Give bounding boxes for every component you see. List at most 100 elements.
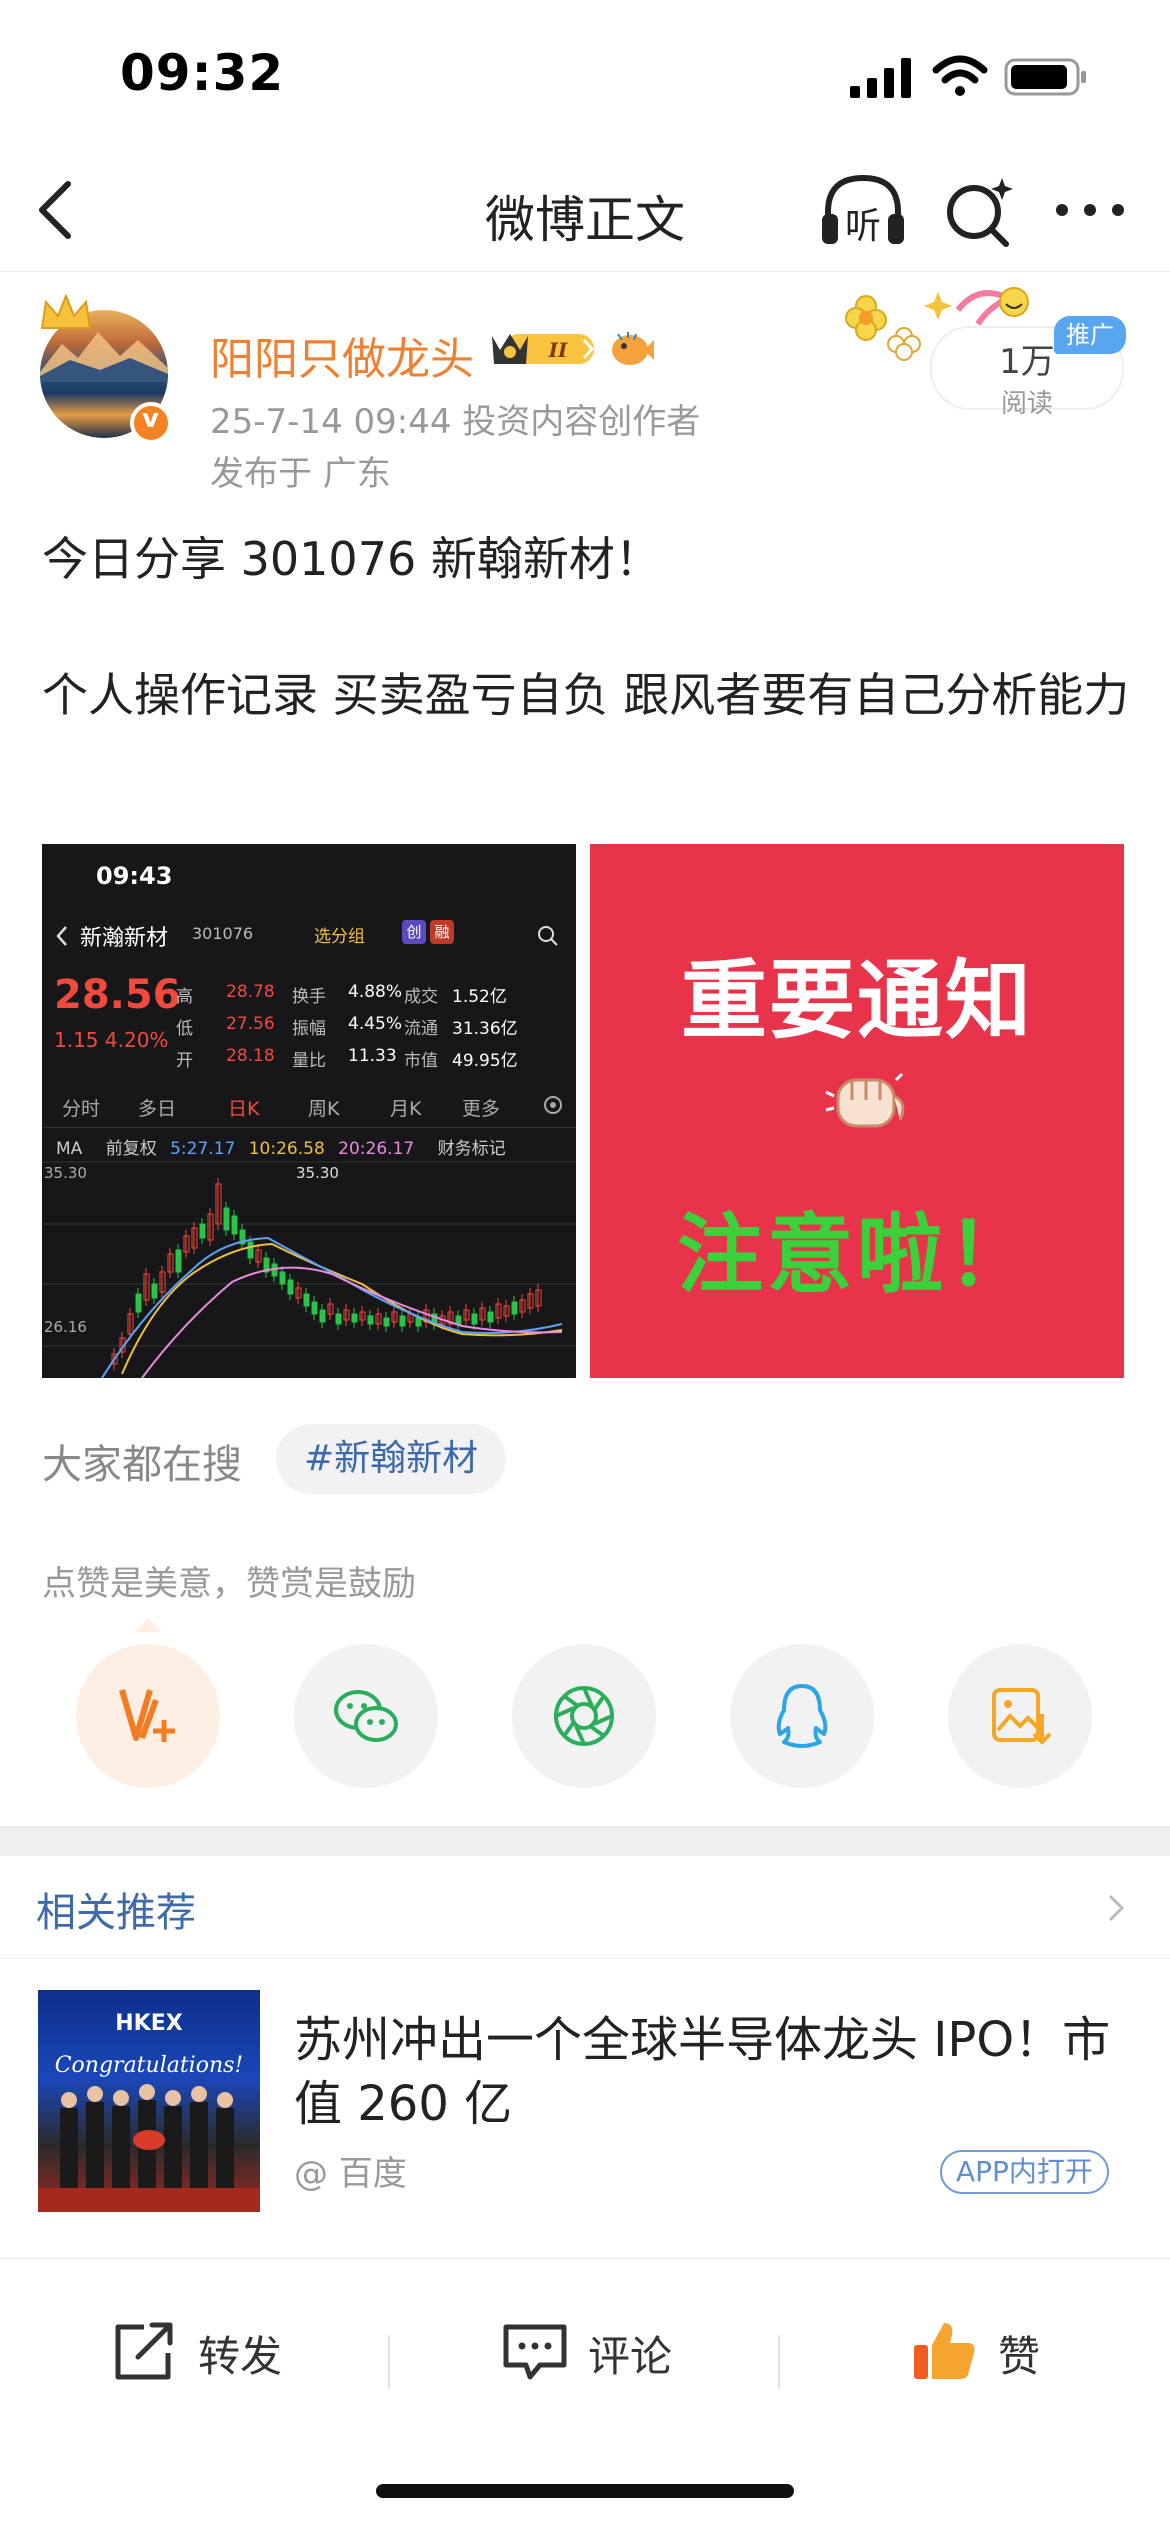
promo-tag: 推广 bbox=[1054, 316, 1126, 354]
stock-quote-cell: 市值 bbox=[404, 1051, 438, 1071]
stock-tab: 月K bbox=[390, 1098, 422, 1120]
stock-quote-cell: 28.78 bbox=[226, 982, 275, 1002]
wechat-icon bbox=[334, 1690, 398, 1742]
listen-icon[interactable]: 听 bbox=[818, 168, 908, 254]
member-badge-icon[interactable]: II bbox=[488, 326, 600, 372]
stock-quote-cell: 31.36亿 bbox=[452, 1019, 518, 1039]
repost-label: 转发 bbox=[198, 2332, 283, 2381]
candlestick-chart: 35.30 26.16 35.30 bbox=[42, 1161, 576, 1378]
share-wechat-button[interactable] bbox=[294, 1644, 438, 1788]
home-indicator bbox=[376, 2484, 794, 2498]
stock-tag-2: 融 bbox=[430, 920, 454, 944]
stock-quote-cell: 换手 bbox=[292, 987, 326, 1007]
candle-body bbox=[311, 1301, 318, 1315]
chevron-right-icon[interactable] bbox=[1104, 1890, 1128, 1926]
stock-quote-cell: 1.52亿 bbox=[452, 987, 507, 1007]
read-count-label: 阅读 bbox=[1000, 389, 1053, 419]
like-button[interactable]: 赞 bbox=[910, 2311, 1070, 2391]
stock-group-button: 选分组 bbox=[314, 927, 365, 947]
comment-label: 评论 bbox=[588, 2332, 673, 2381]
qq-icon bbox=[776, 1684, 828, 1748]
stock-quote-cell: 28.18 bbox=[226, 1046, 275, 1066]
open-in-app-button[interactable]: APP内打开 bbox=[940, 2150, 1109, 2194]
peak-label: 35.30 bbox=[296, 1164, 339, 1182]
stock-settings-icon bbox=[544, 1096, 562, 1114]
candle-body bbox=[199, 1223, 206, 1239]
stock-quote-cell: 振幅 bbox=[292, 1019, 326, 1039]
related-thumbnail-art: HKEX Congratulations! bbox=[38, 2011, 260, 2212]
notice-image[interactable]: 重要通知 注意啦！ bbox=[590, 844, 1124, 1378]
stock-quote-cell: 量比 bbox=[292, 1051, 326, 1071]
related-divider bbox=[0, 1958, 1170, 1959]
pointer-icon bbox=[134, 1618, 162, 1632]
candle-body bbox=[151, 1283, 158, 1299]
like-label: 赞 bbox=[998, 2332, 1041, 2381]
trending-search-label: 大家都在搜 bbox=[42, 1442, 242, 1488]
post-text-line2: 个人操作记录 买卖盈亏自负 跟风者要有自己分析能力 bbox=[42, 668, 1130, 722]
candle-body bbox=[455, 1315, 462, 1325]
nav-bar: 微博正文 听 bbox=[0, 150, 1170, 272]
stock-period-tabs: 分时 多日 日K 周K 月K 更多 bbox=[42, 1084, 576, 1128]
page-title: 微博正文 bbox=[485, 191, 685, 249]
share-moments-button[interactable] bbox=[512, 1644, 656, 1788]
candle-body bbox=[511, 1301, 518, 1315]
stock-change: 1.15 4.20% bbox=[54, 1028, 169, 1052]
candle-body bbox=[471, 1313, 478, 1325]
reward-button[interactable] bbox=[76, 1644, 220, 1788]
stock-quote-cell: 高 bbox=[176, 987, 193, 1007]
trending-search-tag[interactable]: #新翰新材 bbox=[276, 1424, 507, 1494]
post-meta: 25-7-14 09:44 投资内容创作者 bbox=[210, 402, 701, 442]
stock-tag-1: 创 bbox=[402, 920, 426, 944]
candle-body bbox=[487, 1311, 494, 1323]
candle-body bbox=[335, 1313, 342, 1325]
status-bar: 09:32 bbox=[0, 0, 1170, 150]
stock-tab: 周K bbox=[308, 1098, 340, 1120]
candle-body bbox=[303, 1293, 310, 1307]
stock-quote-cell: 4.88% bbox=[348, 982, 403, 1002]
post-location: 发布于 广东 bbox=[210, 454, 391, 494]
bottom-bar-separator bbox=[388, 2335, 390, 2389]
candle-body bbox=[175, 1249, 182, 1273]
thumb-text: Congratulations! bbox=[55, 2053, 244, 2078]
stock-quote-cell: 27.56 bbox=[226, 1014, 275, 1034]
back-icon[interactable] bbox=[28, 174, 84, 246]
stock-tab: 多日 bbox=[138, 1098, 177, 1120]
stock-back-icon bbox=[56, 926, 67, 946]
notice-title: 重要通知 bbox=[681, 951, 1033, 1051]
repost-button[interactable]: 转发 bbox=[110, 2311, 310, 2391]
candle-body bbox=[367, 1315, 374, 1325]
more-icon[interactable] bbox=[1050, 190, 1130, 230]
related-headline[interactable]: 苏州冲出一个全球半导体龙头 IPO！市值 260 亿 bbox=[294, 2008, 1114, 2136]
stock-quote-cell: 4.45% bbox=[348, 1014, 403, 1034]
post-text-line1: 今日分享 301076 新翰新材！ bbox=[42, 532, 661, 586]
fist-icon bbox=[825, 1072, 905, 1128]
share-qq-button[interactable] bbox=[730, 1644, 874, 1788]
candle-body bbox=[223, 1207, 230, 1231]
search-icon[interactable] bbox=[940, 172, 1020, 252]
stock-tab: 分时 bbox=[62, 1098, 101, 1120]
status-time: 09:32 bbox=[120, 44, 285, 102]
candles-group bbox=[111, 1178, 542, 1370]
stock-tab-active: 日K bbox=[228, 1098, 260, 1120]
bottom-bar-separator bbox=[778, 2335, 780, 2389]
moments-icon bbox=[554, 1686, 614, 1746]
author-avatar[interactable] bbox=[30, 290, 180, 444]
candle-body bbox=[231, 1215, 238, 1235]
thumb-brand: HKEX bbox=[115, 2011, 182, 2036]
stock-screenshot-image[interactable]: 09:43 新瀚新材 301076 选分组 创 融 28.56 1.15 4.2… bbox=[42, 844, 576, 1378]
comment-button[interactable]: 评论 bbox=[500, 2311, 700, 2391]
stock-quote-cell: 成交 bbox=[404, 987, 438, 1007]
fish-icon bbox=[612, 332, 654, 365]
candle-body bbox=[247, 1241, 254, 1259]
wifi-icon bbox=[932, 55, 988, 96]
related-thumbnail[interactable]: HKEX Congratulations! bbox=[38, 1990, 260, 2212]
candle-body bbox=[287, 1279, 294, 1295]
thumbs-up-icon bbox=[914, 2323, 975, 2379]
axis-low-label: 26.16 bbox=[44, 1318, 87, 1336]
author-name[interactable]: 阳阳只做龙头 bbox=[210, 323, 474, 387]
notice-subtitle: 注意啦！ bbox=[677, 1205, 1037, 1305]
save-image-button[interactable] bbox=[948, 1644, 1092, 1788]
stock-quote-cell: 低 bbox=[176, 1019, 193, 1039]
comment-icon bbox=[503, 2324, 567, 2380]
stock-quote-cell: 流通 bbox=[404, 1019, 438, 1039]
